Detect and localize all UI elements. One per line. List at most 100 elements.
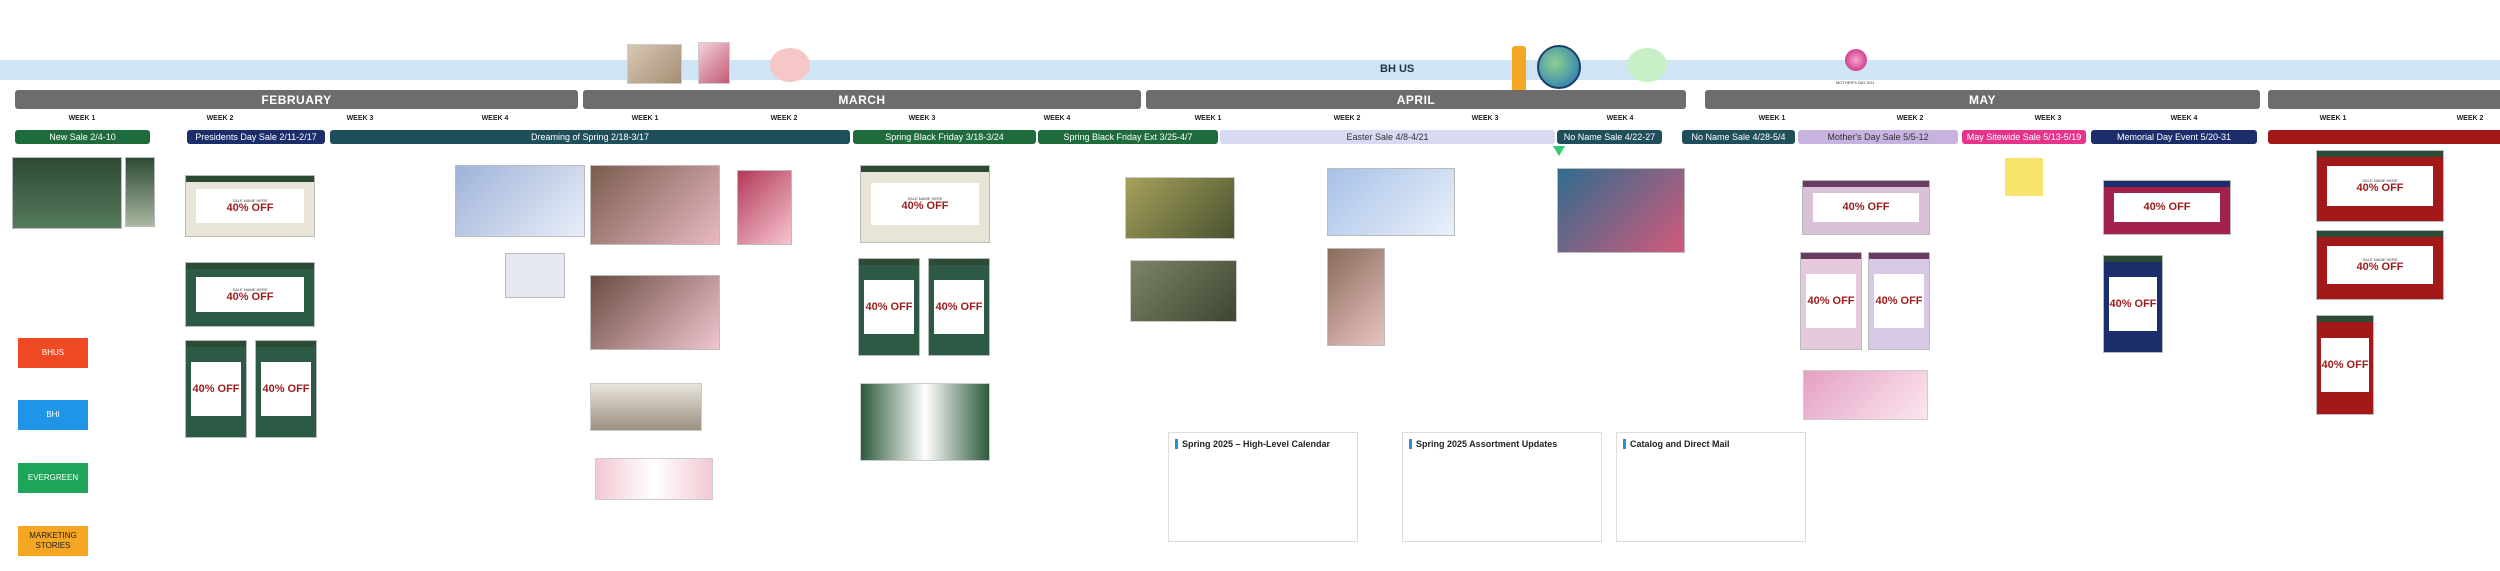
promo-off: 40% OFF (1875, 294, 1923, 307)
week-label: WEEK 1 (68, 115, 96, 122)
week-label: WEEK 3 (346, 115, 374, 122)
promo-card: 40% OFF (1868, 252, 1930, 350)
sale-bar: No Name Sale 4/22-27 (1557, 130, 1662, 144)
promo-off: 40% OFF (1842, 201, 1890, 213)
sale-bar: Mother's Day Sale 5/5-12 (1798, 130, 1958, 144)
email-mockup (1557, 168, 1685, 253)
product-photo (590, 383, 702, 431)
email-mockup (1327, 168, 1455, 236)
legend-evergreen: EVERGREEN (18, 463, 88, 493)
sale-bar (2268, 130, 2500, 144)
assortment-note-title: Spring 2025 Assortment Updates (1409, 439, 1595, 449)
calendar-note-title: Spring 2025 – High-Level Calendar (1175, 439, 1351, 449)
sticky-note (2005, 158, 2043, 196)
product-photo (1803, 370, 1928, 420)
week-label: WEEK 3 (2034, 115, 2062, 122)
product-photo (1125, 177, 1235, 239)
week-label: WEEK 3 (908, 115, 936, 122)
promo-card: 40% OFF (1800, 252, 1862, 350)
promo-off: 40% OFF (2109, 297, 2157, 310)
week-label: WEEK 2 (2456, 115, 2484, 122)
month-february: FEBRUARY (15, 90, 578, 109)
email-mockup (125, 157, 155, 227)
mothers-day-icon (1845, 49, 1867, 71)
promo-card: SALE NAME HERE 40% OFF (185, 262, 315, 327)
legend-bhus: BHUS (18, 338, 88, 368)
week-label: WEEK 4 (1606, 115, 1634, 122)
email-mockup (737, 170, 792, 245)
promo-off: 40% OFF (2321, 358, 2369, 371)
email-mockup (590, 275, 720, 350)
globe-icon (1537, 45, 1581, 89)
week-label: WEEK 1 (1194, 115, 1222, 122)
email-mockup (12, 157, 122, 229)
promo-card: 40% OFF (255, 340, 317, 438)
product-photo (1130, 260, 1237, 322)
email-mockup (590, 165, 720, 245)
promo-card: 40% OFF (928, 258, 990, 356)
sale-bar: Spring Black Friday Ext 3/25-4/7 (1038, 130, 1218, 144)
week-label: WEEK 1 (1758, 115, 1786, 122)
orange-tag-icon (1512, 46, 1526, 92)
timeline-band (0, 60, 2500, 80)
product-photo (860, 383, 990, 461)
top-thumbnail-1 (627, 44, 682, 84)
sale-bar: May Sitewide Sale 5/13-5/19 (1962, 130, 2086, 144)
week-label: WEEK 4 (481, 115, 509, 122)
week-label: WEEK 2 (1896, 115, 1924, 122)
promo-card: 40% OFF (858, 258, 920, 356)
month-may: MAY (1705, 90, 2260, 109)
promo-card: 40% OFF (1802, 180, 1930, 235)
assortment-note: Spring 2025 Assortment Updates (1402, 432, 1602, 542)
week-label: WEEK 4 (2170, 115, 2198, 122)
promo-off: 40% OFF (226, 202, 274, 214)
sale-bar: Easter Sale 4/8-4/21 (1220, 130, 1555, 144)
catalog-note: Catalog and Direct Mail (1616, 432, 1806, 542)
email-mockup (1327, 248, 1385, 346)
top-thumbnail-2 (698, 42, 730, 84)
promo-card: 40% OFF (2103, 180, 2231, 235)
april-marker-arrow (1553, 146, 1565, 156)
legend-bhi: BHI (18, 400, 88, 430)
week-label: WEEK 2 (770, 115, 798, 122)
promo-off: 40% OFF (2143, 201, 2191, 213)
sale-bar: Spring Black Friday 3/18-3/24 (853, 130, 1036, 144)
promo-off: 40% OFF (1807, 294, 1855, 307)
calendar-note: Spring 2025 – High-Level Calendar (1168, 432, 1358, 542)
promo-off: 40% OFF (226, 290, 274, 303)
mothers-day-label: MOTHER'S DAY 5/11 (1836, 80, 1875, 85)
email-mockup (455, 165, 585, 237)
promo-card: SALE NAME HERE 40% OFF (2316, 230, 2444, 300)
sale-bar: New Sale 2/4-10 (15, 130, 150, 144)
product-photo (595, 458, 713, 500)
pink-marker-circle (770, 48, 810, 82)
promo-card: 40% OFF (2316, 315, 2374, 415)
promo-off: 40% OFF (262, 382, 310, 395)
sale-bar: No Name Sale 4/28-5/4 (1682, 130, 1795, 144)
legend-marketing-stories: MARKETING STORIES (18, 526, 88, 556)
email-mockup (505, 253, 565, 298)
timeline-title: BH US (1380, 63, 1415, 75)
week-label: WEEK 4 (1043, 115, 1071, 122)
week-label: WEEK 2 (206, 115, 234, 122)
sale-bar: Dreaming of Spring 2/18-3/17 (330, 130, 850, 144)
promo-off: 40% OFF (901, 200, 949, 212)
promo-card: 40% OFF (185, 340, 247, 438)
month-march: MARCH (583, 90, 1141, 109)
week-label: WEEK 2 (1333, 115, 1361, 122)
sale-bar: Presidents Day Sale 2/11-2/17 (187, 130, 325, 144)
week-label: WEEK 3 (1471, 115, 1499, 122)
month-april: APRIL (1146, 90, 1686, 109)
promo-off: 40% OFF (2356, 182, 2404, 194)
promo-off: 40% OFF (2356, 261, 2404, 273)
sale-bar: Memorial Day Event 5/20-31 (2091, 130, 2257, 144)
month-june (2268, 90, 2500, 109)
week-label: WEEK 1 (631, 115, 659, 122)
promo-card: 40% OFF (2103, 255, 2163, 353)
promo-card: SALE NAME HERE 40% OFF (2316, 150, 2444, 222)
green-marker-circle (1627, 48, 1667, 82)
promo-off: 40% OFF (865, 300, 913, 313)
promo-card: SALE NAME HERE 40% OFF (860, 165, 990, 243)
promo-card: SALE NAME HERE 40% OFF (185, 175, 315, 237)
week-label: WEEK 1 (2319, 115, 2347, 122)
